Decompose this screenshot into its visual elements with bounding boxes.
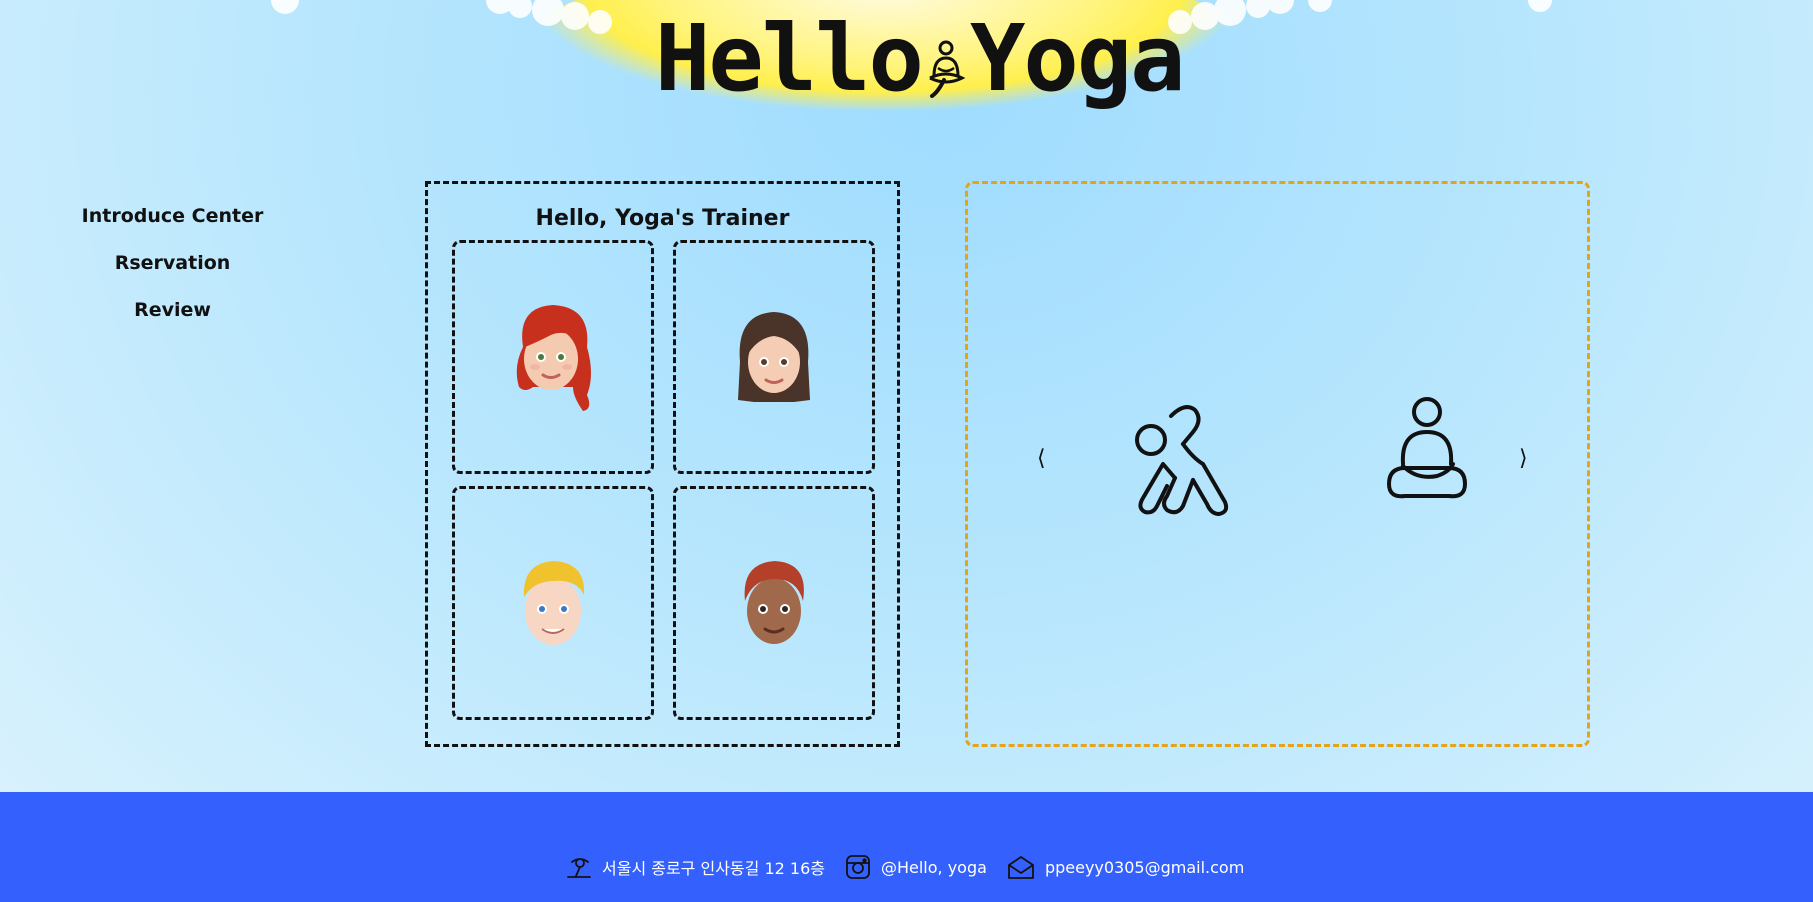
yoga-stretch-pose-icon [1135,405,1229,516]
trainer-card[interactable] [452,240,654,474]
red-hair-woman-avatar [516,305,591,411]
side-navigation: Introduce Center Rservation Review [60,200,285,341]
brown-hair-woman-avatar [738,312,810,402]
address-text: 서울시 종로구 인사동길 12 16층 [602,859,825,878]
slider-prev-button[interactable]: ⟨ [1037,446,1046,471]
trainer-card[interactable] [673,240,875,474]
blond-man-avatar [523,561,585,645]
mail-icon [1008,856,1034,879]
email-address[interactable]: ppeeyy0305@gmail.com [1045,858,1244,877]
site-logo[interactable]: Hello Yoga [655,5,1186,112]
instagram-handle[interactable]: @Hello, yoga [881,858,987,877]
meditation-icon [922,13,970,103]
nav-review[interactable]: Review [60,294,285,341]
pose-slider: ⟨ ⟩ [965,181,1590,747]
footer-email[interactable]: ppeeyy0305@gmail.com [1007,854,1244,880]
footer-address: 서울시 종로구 인사동길 12 16층 [566,854,825,880]
trainer-section-title: Hello, Yoga's Trainer [535,206,790,231]
logo-text-yoga: Yoga [969,4,1186,112]
site-footer [0,792,1813,902]
footer-contact-info: 서울시 종로구 인사동길 12 16층 @Hello, yoga ppeeyy0… [566,852,1264,882]
meditation-pose-icon [1387,397,1467,499]
auburn-hair-man-avatar [744,561,804,644]
trainer-card[interactable] [673,486,875,720]
nav-introduce-center[interactable]: Introduce Center [60,200,285,247]
slider-next-button[interactable]: ⟩ [1519,446,1528,471]
instagram-icon [846,855,870,879]
trainer-section: Hello, Yoga's Trainer [425,181,900,747]
footer-instagram[interactable]: @Hello, yoga [845,854,987,880]
nav-reservation[interactable]: Rservation [60,247,285,294]
trainer-card[interactable] [452,486,654,720]
location-pin-icon [567,858,591,878]
logo-text-hello: Hello [655,4,924,112]
